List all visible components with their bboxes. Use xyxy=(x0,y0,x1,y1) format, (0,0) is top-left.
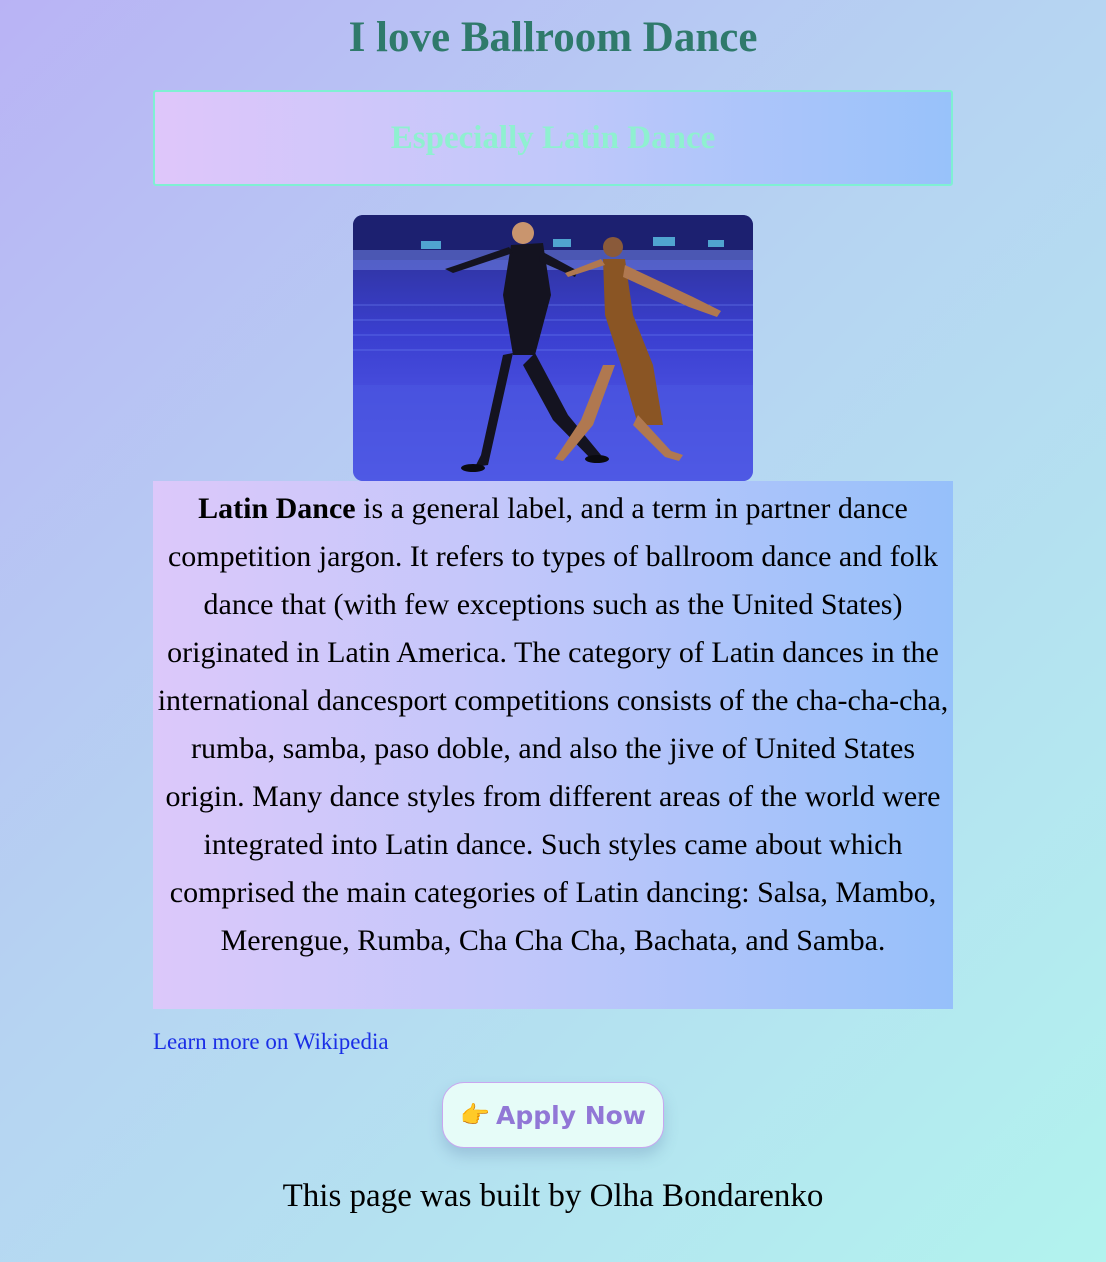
footer-credit: This page was built by Olha Bondarenko xyxy=(282,1178,824,1214)
description-body: is a general label, and a term in partne… xyxy=(157,492,949,957)
dance-photo xyxy=(353,215,753,481)
description-bold-term: Latin Dance xyxy=(198,492,356,525)
page-container: I love Ballroom Dance Especially Latin D… xyxy=(153,0,953,1215)
wikipedia-link[interactable]: Learn more on Wikipedia xyxy=(153,1029,389,1055)
apply-row: 👉 Apply Now xyxy=(153,1082,953,1148)
description-box: Latin Dance is a general label, and a te… xyxy=(153,481,953,1009)
pointing-hand-icon: 👉 xyxy=(460,1101,490,1129)
apply-now-label: Apply Now xyxy=(495,1100,646,1130)
subtitle-heading: Especially Latin Dance xyxy=(390,119,716,156)
apply-now-button[interactable]: 👉 Apply Now xyxy=(442,1082,664,1148)
page-title: I love Ballroom Dance xyxy=(348,14,758,61)
subtitle-banner: Especially Latin Dance xyxy=(153,90,953,186)
